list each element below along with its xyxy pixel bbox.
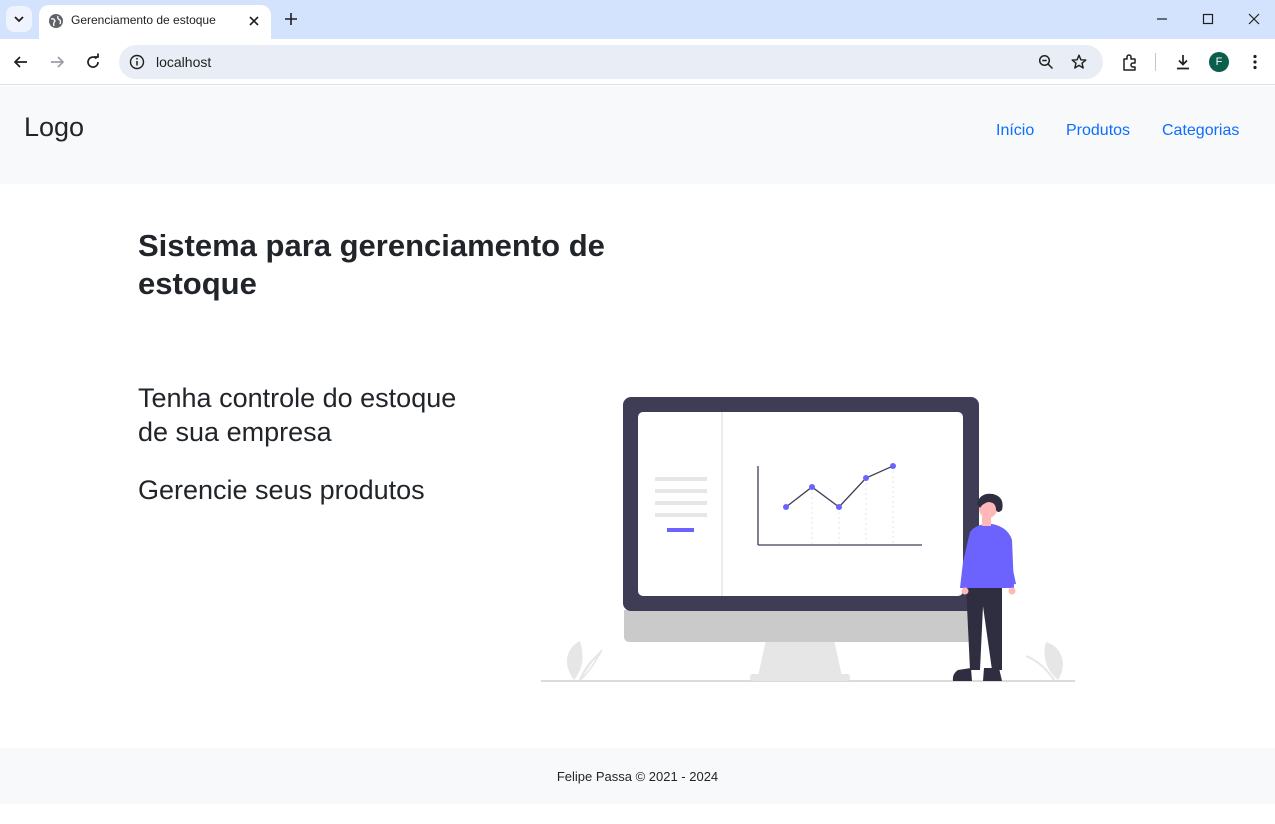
subtitle-controle: Tenha controle do estoque de sua empresa [138, 383, 457, 447]
star-icon[interactable] [1070, 53, 1088, 71]
footer-copyright: Felipe Passa © 2021 - 2024 [556, 768, 719, 784]
plus-icon[interactable] [282, 10, 300, 28]
browser-tab[interactable]: Gerenciamento de estoque [39, 5, 271, 39]
toolbar-divider [1155, 53, 1156, 71]
close-icon[interactable] [247, 14, 261, 28]
info-icon[interactable] [128, 53, 146, 71]
browser-titlebar: Gerenciamento de estoque [0, 0, 1275, 39]
tab-search-button[interactable] [6, 6, 32, 32]
browser-toolbar: localhost F [0, 39, 1275, 85]
tab-search-icon [14, 16, 24, 23]
globe-icon [49, 14, 63, 28]
minimize-icon[interactable] [1154, 11, 1170, 27]
zoom-icon[interactable] [1037, 53, 1055, 71]
download-icon[interactable] [1173, 52, 1193, 72]
window-close-icon[interactable] [1246, 11, 1262, 27]
address-bar[interactable]: localhost [119, 45, 1103, 79]
nav-link-categorias[interactable]: Categorias [1162, 122, 1239, 140]
profile-avatar[interactable]: F [1209, 52, 1229, 72]
forward-arrow-icon[interactable] [47, 52, 67, 72]
nav-link-produtos[interactable]: Produtos [1066, 122, 1130, 140]
nav-link-inicio[interactable]: Início [996, 122, 1034, 140]
reload-icon[interactable] [83, 52, 103, 72]
extensions-icon[interactable] [1120, 52, 1140, 72]
site-logo[interactable]: Logo [24, 112, 84, 143]
back-arrow-icon[interactable] [11, 52, 31, 72]
url-text[interactable]: localhost [156, 54, 211, 70]
tab-title: Gerenciamento de estoque [71, 13, 216, 27]
dashboard-illustration [541, 397, 1075, 682]
site-footer: Felipe Passa © 2021 - 2024 [0, 748, 1275, 804]
page-title: Sistema para gerenciamento de estoque [138, 228, 605, 301]
site-header: Logo Início Produtos Categorias [0, 86, 1275, 184]
subtitle-produtos: Gerencie seus produtos [138, 475, 425, 505]
menu-dots-icon[interactable] [1245, 52, 1265, 72]
maximize-icon[interactable] [1200, 11, 1216, 27]
